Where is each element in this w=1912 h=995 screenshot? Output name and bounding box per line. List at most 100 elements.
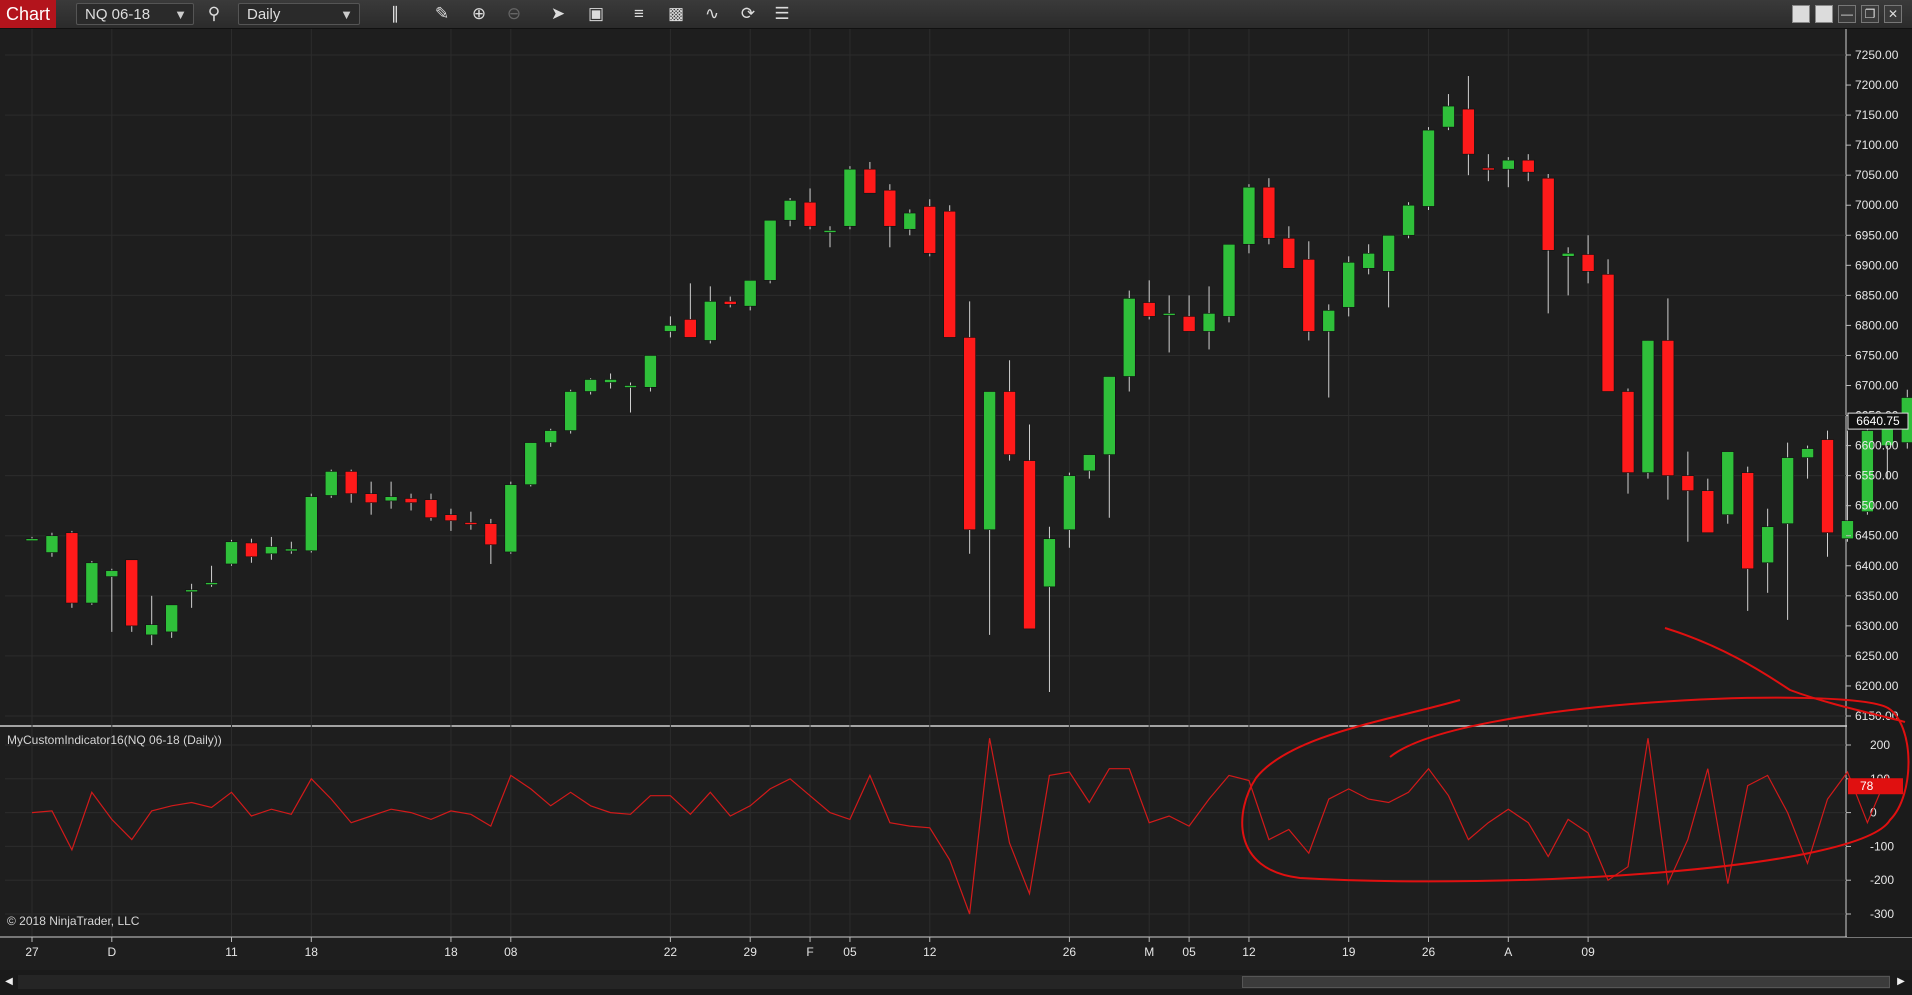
time-tick-label: 12 [1242,945,1256,959]
candle-body [1362,253,1375,269]
indicator-title: MyCustomIndicator16(NQ 06-18 (Daily)) [7,733,222,747]
horizontal-scrollbar[interactable]: ◀ ▶ [0,970,1912,995]
candle[interactable] [963,301,976,554]
candle-body [923,206,937,254]
candle-body [763,219,777,281]
candle-body [1103,376,1116,455]
time-axis: 27 D 11 18 18 08 22 29 F 05 12 26 M 05 12 19 26 A 09 [25,937,1595,959]
candle-body [265,546,278,555]
candle[interactable] [85,560,99,605]
indicator-tick-label: 200 [1870,738,1890,752]
candle[interactable] [1641,340,1655,479]
candle-body [1541,177,1555,251]
candle[interactable] [1601,259,1615,392]
candle[interactable] [1402,202,1415,239]
price-tick-label: 6800.00 [1855,318,1899,332]
copyright-text: © 2018 NinjaTrader, LLC [7,914,140,928]
candle-body [364,493,378,503]
candle-body [25,538,39,542]
candle[interactable] [763,219,777,284]
time-tick-label: 11 [225,945,238,959]
candle-body [1322,310,1336,332]
candle-body [504,484,518,553]
time-tick-label: 26 [1422,945,1436,959]
time-tick-label: F [806,945,813,959]
candle-body [145,624,158,636]
scroll-thumb[interactable] [1242,976,1890,988]
candle-body [1581,254,1595,272]
candle-body [1502,159,1515,170]
candle[interactable] [564,389,577,434]
price-tick-label: 7200.00 [1855,78,1899,92]
candle[interactable] [644,355,657,392]
candle-body [863,168,877,194]
candle-body [1621,391,1635,473]
candle[interactable] [943,205,957,338]
candle-body [344,471,358,494]
price-tick-label: 7050.00 [1855,168,1899,182]
candle-body [983,391,996,531]
candle[interactable] [504,481,518,554]
candle[interactable] [225,539,238,566]
candle-body [664,325,677,332]
candle-body [85,562,99,604]
candle-body [404,498,418,503]
time-tick-label: D [107,945,116,959]
candle[interactable] [1262,178,1276,245]
candle[interactable] [1422,127,1435,211]
candle[interactable] [125,559,139,632]
candle[interactable] [743,280,757,311]
candle-body [1721,451,1735,515]
candle-body [1661,340,1675,476]
scroll-right-icon[interactable]: ▶ [1894,975,1908,989]
price-grid [0,29,1912,938]
time-tick-label: 19 [1342,945,1356,959]
candle-body [384,496,398,502]
time-tick-label: M [1144,945,1154,959]
candle-body [1422,129,1435,207]
candle-body [644,355,657,388]
candle-body [1142,302,1156,317]
candle[interactable] [1721,451,1735,524]
candle-body [1043,538,1056,588]
candle-body [1701,490,1715,534]
candle[interactable] [1122,290,1136,392]
candle-body [245,542,258,558]
time-tick-label: 22 [664,945,678,959]
price-tick-label: 6750.00 [1855,348,1899,362]
indicator-value-label: 78 [1860,779,1874,793]
time-tick-label: 29 [744,945,758,959]
candle-body [1202,313,1216,332]
candle[interactable] [843,166,857,230]
candle[interactable] [1222,243,1236,323]
time-tick-label: 27 [25,945,39,959]
candle-body [1801,448,1814,458]
candle[interactable] [1342,256,1355,317]
candle-body [803,201,817,227]
price-tick-label: 6950.00 [1855,228,1899,242]
time-tick-label: A [1504,945,1512,959]
candle-body [105,570,119,577]
price-tick-label: 6700.00 [1855,379,1899,393]
price-tick-label: 6200.00 [1855,679,1899,693]
indicator-value-badge [1848,778,1903,795]
candle[interactable] [923,199,937,257]
candle-body [1561,253,1575,257]
candle[interactable] [1242,184,1256,254]
scroll-left-icon[interactable]: ◀ [2,975,16,989]
indicator-tick-label: -300 [1870,907,1894,921]
candle-body [65,532,79,604]
candle-body [883,189,897,227]
candle-body [783,200,797,221]
candle[interactable] [65,530,79,608]
candle-body [1681,475,1695,491]
price-tick-label: 7000.00 [1855,198,1899,212]
candle[interactable] [524,442,538,487]
price-tick-label: 6600.00 [1855,439,1899,453]
price-tick-label: 6550.00 [1855,469,1899,483]
time-tick-label: 05 [843,945,857,959]
candle[interactable] [324,469,338,498]
candle[interactable] [304,493,318,553]
candle-body [464,522,478,525]
chart-canvas[interactable]: 7250.00 7200.00 7150.00 7100.00 7050.00 7000.… [0,0,1912,970]
